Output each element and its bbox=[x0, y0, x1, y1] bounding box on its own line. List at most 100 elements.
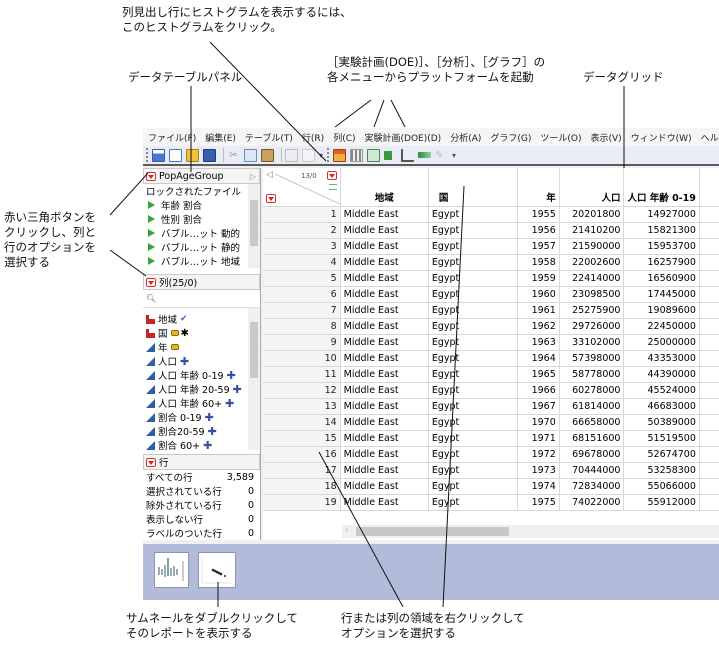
cell-population-0-19[interactable]: 55912000 bbox=[623, 494, 700, 511]
cell-region[interactable]: Middle East bbox=[340, 366, 429, 383]
cell-empty[interactable] bbox=[699, 462, 719, 479]
continuous-modeling-type-icon[interactable] bbox=[146, 426, 155, 436]
table-row[interactable]: 19 Middle East Egypt 1975 74022000 55912000 bbox=[263, 494, 719, 511]
row-number[interactable]: 9 bbox=[263, 334, 341, 351]
toolbar-grip[interactable] bbox=[146, 148, 149, 162]
annotate-icon[interactable]: ✎ bbox=[435, 149, 448, 162]
cell-year[interactable]: 1970 bbox=[517, 414, 560, 431]
row-number[interactable]: 16 bbox=[263, 446, 341, 463]
nominal-modeling-type-icon[interactable] bbox=[146, 328, 155, 338]
cell-country[interactable]: Egypt bbox=[428, 238, 519, 255]
column-header-population-0-19[interactable]: 人口 年齢 0-19 bbox=[623, 168, 700, 207]
cell-country[interactable]: Egypt bbox=[428, 286, 519, 303]
menu-item[interactable]: ウィンドウ(W) bbox=[631, 131, 692, 144]
cell-country[interactable]: Egypt bbox=[428, 478, 519, 495]
column-list-item[interactable]: 地域 ✔ bbox=[143, 312, 260, 326]
cell-country[interactable]: Egypt bbox=[428, 206, 519, 223]
cell-country[interactable]: Egypt bbox=[428, 398, 519, 415]
cell-empty[interactable] bbox=[699, 414, 719, 431]
cell-country[interactable]: Egypt bbox=[428, 222, 519, 239]
cell-year[interactable]: 1963 bbox=[517, 334, 560, 351]
column-header-region[interactable]: 地域 bbox=[340, 168, 429, 207]
table-row[interactable]: 13 Middle East Egypt 1967 61814000 46683000 bbox=[263, 398, 719, 415]
cell-empty[interactable] bbox=[699, 206, 719, 223]
row-number[interactable]: 7 bbox=[263, 302, 341, 319]
table-row[interactable]: 4 Middle East Egypt 1958 22002600 16257900 bbox=[263, 254, 719, 271]
cell-region[interactable]: Middle East bbox=[340, 414, 429, 431]
cell-population-0-19[interactable]: 17445000 bbox=[623, 286, 700, 303]
cell-empty[interactable] bbox=[699, 382, 719, 399]
table-scripts-scrollbar[interactable] bbox=[248, 184, 260, 268]
row-number[interactable]: 13 bbox=[263, 398, 341, 415]
control-chart-icon[interactable] bbox=[418, 152, 432, 158]
cell-empty[interactable] bbox=[699, 318, 719, 335]
cell-country[interactable]: Egypt bbox=[428, 414, 519, 431]
menu-item[interactable]: 実験計画(DOE)(D) bbox=[365, 131, 442, 144]
column-list-item[interactable]: 人口 ✚ bbox=[143, 354, 260, 368]
continuous-modeling-type-icon[interactable] bbox=[146, 370, 155, 380]
distribution-icon[interactable] bbox=[350, 148, 364, 162]
run-script-icon[interactable] bbox=[148, 243, 155, 251]
cell-region[interactable]: Middle East bbox=[340, 334, 429, 351]
cell-empty[interactable] bbox=[699, 270, 719, 287]
menu-item[interactable]: テーブル(T) bbox=[245, 131, 293, 144]
menu-item[interactable]: 編集(E) bbox=[205, 131, 236, 144]
cell-population-0-19[interactable]: 22450000 bbox=[623, 318, 700, 335]
table-row[interactable]: 11 Middle East Egypt 1965 58778000 44390000 bbox=[263, 366, 719, 383]
row-number[interactable]: 18 bbox=[263, 478, 341, 495]
cell-region[interactable]: Middle East bbox=[340, 478, 429, 495]
cell-region[interactable]: Middle East bbox=[340, 398, 429, 415]
cell-country[interactable]: Egypt bbox=[428, 494, 519, 511]
cell-year[interactable]: 1974 bbox=[517, 478, 560, 495]
table-script-item[interactable]: 年齢 割合 bbox=[143, 198, 260, 212]
column-header-year[interactable]: 年 bbox=[517, 168, 560, 207]
menu-item[interactable]: ヘルプ(H) bbox=[701, 131, 719, 144]
table-row[interactable]: 18 Middle East Egypt 1974 72834000 55066000 bbox=[263, 478, 719, 495]
run-script-icon[interactable] bbox=[148, 229, 155, 237]
continuous-modeling-type-icon[interactable] bbox=[146, 440, 155, 450]
distribution-report-thumbnail[interactable] bbox=[154, 552, 189, 588]
cell-population[interactable]: 60278000 bbox=[559, 382, 625, 399]
continuous-modeling-type-icon[interactable] bbox=[146, 398, 155, 408]
cell-year[interactable]: 1972 bbox=[517, 446, 560, 463]
cell-region[interactable]: Middle East bbox=[340, 430, 429, 447]
column-list-item[interactable]: 人口 年齢 60+ ✚ bbox=[143, 396, 260, 410]
table-script-item[interactable]: 性別 割合 bbox=[143, 212, 260, 226]
menu-item[interactable]: 表示(V) bbox=[590, 131, 621, 144]
table-row[interactable]: 2 Middle East Egypt 1956 21410200 15821300 bbox=[263, 222, 719, 239]
cell-population-0-19[interactable]: 53258300 bbox=[623, 462, 700, 479]
continuous-modeling-type-icon[interactable] bbox=[146, 342, 155, 352]
scrollbar-thumb[interactable] bbox=[250, 322, 258, 378]
cell-region[interactable]: Middle East bbox=[340, 286, 429, 303]
cell-empty[interactable] bbox=[699, 430, 719, 447]
toolbar-grip[interactable] bbox=[327, 148, 330, 162]
table-row[interactable]: 17 Middle East Egypt 1973 70444000 53258300 bbox=[263, 462, 719, 479]
cell-population-0-19[interactable]: 55066000 bbox=[623, 478, 700, 495]
cell-population-0-19[interactable]: 16560900 bbox=[623, 270, 700, 287]
open-icon[interactable] bbox=[186, 148, 199, 162]
row-number[interactable]: 2 bbox=[263, 222, 341, 239]
table-row[interactable]: 3 Middle East Egypt 1957 21590000 15953700 bbox=[263, 238, 719, 255]
scroll-left-icon[interactable]: ‹ bbox=[345, 525, 348, 534]
cell-population-0-19[interactable]: 16257900 bbox=[623, 254, 700, 271]
column-list-item[interactable]: 国 ✱ bbox=[143, 326, 260, 340]
cell-year[interactable]: 1960 bbox=[517, 286, 560, 303]
row-number[interactable]: 15 bbox=[263, 430, 341, 447]
cell-population[interactable]: 57398000 bbox=[559, 350, 625, 367]
bivariate-report-thumbnail[interactable] bbox=[198, 552, 236, 588]
cell-empty[interactable] bbox=[699, 334, 719, 351]
menu-item[interactable]: 分析(A) bbox=[450, 131, 481, 144]
red-triangle-icon[interactable] bbox=[146, 171, 156, 181]
row-number[interactable]: 14 bbox=[263, 414, 341, 431]
table-row[interactable]: 14 Middle East Egypt 1970 66658000 50389000 bbox=[263, 414, 719, 431]
cell-year[interactable]: 1956 bbox=[517, 222, 560, 239]
collapse-panel-icon[interactable]: ▷ bbox=[250, 172, 256, 181]
cell-region[interactable]: Middle East bbox=[340, 238, 429, 255]
cell-empty[interactable] bbox=[699, 238, 719, 255]
row-number[interactable]: 10 bbox=[263, 350, 341, 367]
table-script-item[interactable]: バブル…ット 静的 bbox=[143, 240, 260, 254]
cell-population[interactable]: 25275900 bbox=[559, 302, 625, 319]
rows-panel-header[interactable]: 行 bbox=[143, 454, 260, 470]
menu-item[interactable]: ツール(O) bbox=[540, 131, 581, 144]
cell-country[interactable]: Egypt bbox=[428, 318, 519, 335]
